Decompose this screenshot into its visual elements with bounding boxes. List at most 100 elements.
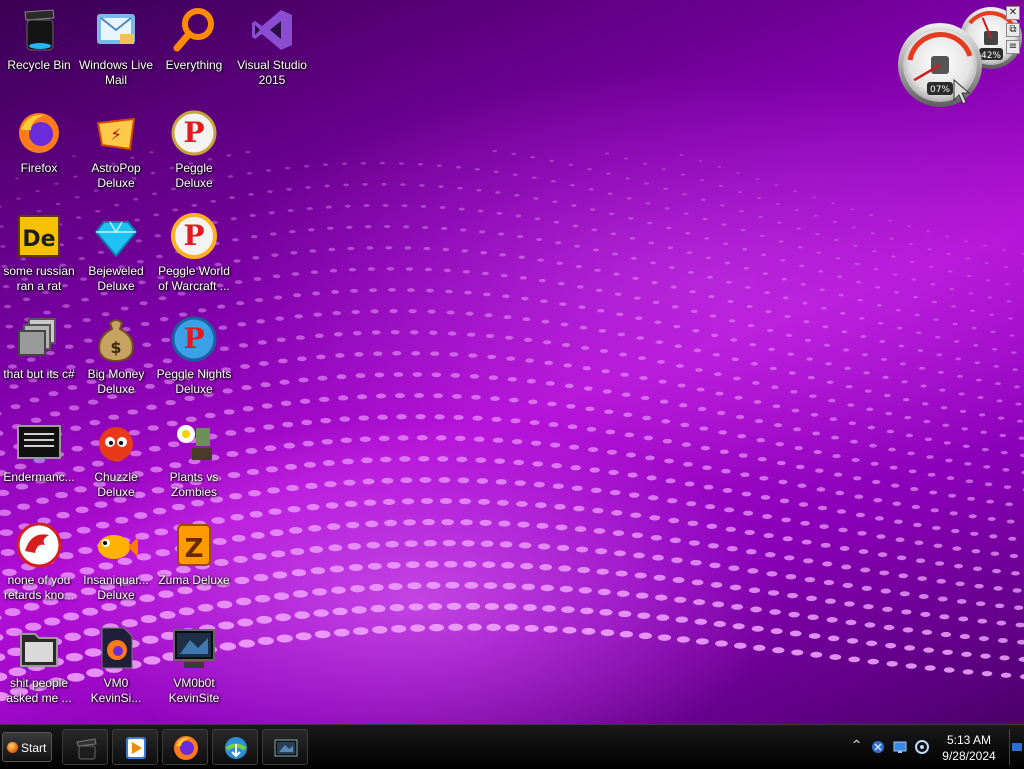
start-orb-icon [7, 742, 18, 753]
cpu-readout: 07% [930, 85, 950, 95]
desktop-icon-label: Firefox [20, 161, 58, 175]
desktop-icon[interactable]: ⚡ AstroPop Deluxe [77, 109, 155, 191]
desktop-icon[interactable]: that but its c# [0, 315, 78, 382]
taskbar-media-player[interactable] [112, 729, 158, 765]
desktop-icon-label: Zuma Deluxe [158, 573, 230, 587]
desktop-icon[interactable]: Endermanc... [0, 418, 78, 485]
desktop-icon[interactable]: Firefox [0, 109, 78, 176]
fish-icon [98, 535, 138, 559]
desktop-icon-label: Recycle Bin [7, 58, 71, 72]
search-icon [173, 8, 214, 52]
show-desktop-button[interactable] [1009, 729, 1024, 765]
peggle-icon: P [171, 110, 217, 156]
zuma-icon: Z [177, 524, 211, 566]
gadget-close-button[interactable]: ✕ [1006, 6, 1020, 20]
desktop-icon-label: Big Money Deluxe [87, 367, 145, 396]
desktop[interactable]: Recycle Bin Windows Live Mail Everything Vi… [0, 0, 1024, 724]
gem-icon [94, 221, 138, 258]
desktop-icon[interactable]: Visual Studio 2015 [233, 6, 311, 88]
clock-time[interactable]: 5:13 AM [934, 733, 1004, 747]
firefox-file-icon [101, 627, 133, 669]
gadget-size-button[interactable]: ⧉ [1006, 23, 1020, 37]
desktop-icon[interactable]: Chuzzle Deluxe [77, 418, 155, 500]
desktop-icon-label: Endermanc... [3, 470, 75, 484]
taskbar-recycle-bin[interactable] [62, 729, 108, 765]
recycle-bin-icon [24, 9, 55, 51]
desktop-icon[interactable]: Windows Live Mail [77, 6, 155, 88]
gadget-controls: ✕ ⧉ ≡ [1006, 6, 1020, 57]
recycle-bin-icon [76, 738, 97, 760]
desktop-icon[interactable]: P Peggle World of Warcraft ... [155, 212, 233, 294]
taskbar-firefox[interactable] [162, 729, 208, 765]
firefox-icon [19, 113, 59, 153]
download-manager-icon [225, 737, 247, 759]
network-icon[interactable] [870, 739, 886, 755]
desktop-icon-label: Windows Live Mail [78, 58, 154, 87]
desktop-icon[interactable]: Insaniquar... Deluxe [77, 521, 155, 603]
desktop-icon-label: VM0 KevinSi... [90, 676, 142, 705]
desktop-icon-label: some russian ran a rat [3, 264, 75, 293]
desktop-icon[interactable]: Bejeweled Deluxe [77, 212, 155, 294]
volume-icon[interactable] [914, 739, 930, 755]
visual-studio-icon [252, 10, 292, 50]
desktop-icon-label: Bejeweled Deluxe [88, 264, 144, 293]
desktop-icon-label: Chuzzle Deluxe [94, 470, 138, 499]
desktop-icon[interactable]: Everything [155, 6, 233, 73]
desktop-icon[interactable]: VM0 KevinSi... [77, 624, 155, 706]
clock-date[interactable]: 9/28/2024 [934, 749, 1004, 763]
astropop-icon: ⚡ [96, 117, 136, 151]
plants-vs-zombies-icon [177, 425, 212, 460]
desktop-icon[interactable]: Plants vs Zombies [155, 418, 233, 500]
taskbar-download-manager[interactable] [212, 729, 258, 765]
desktop-icon-label: Peggle Deluxe [175, 161, 213, 190]
desktop-icon-label: none of you retards kno... [3, 573, 75, 602]
desktop-icon-label: that but its c# [3, 367, 75, 381]
taskbar: Start ^ 5:13 AM 9/28/2024 [0, 724, 1024, 769]
gauge-dials: 42% 07% [898, 7, 1022, 107]
chuzzle-icon [99, 427, 133, 461]
desktop-icon-label: VM0b0t KevinSite [168, 676, 220, 705]
windows-stack-icon [18, 318, 56, 356]
svg-text:$: $ [110, 338, 121, 357]
desktop-icon-label: Insaniquar... Deluxe [83, 573, 149, 602]
desktop-icon[interactable]: $ Big Money Deluxe [77, 315, 155, 397]
svg-text:De: De [22, 227, 55, 252]
desktop-icon[interactable]: P Peggle Nights Deluxe [155, 315, 233, 397]
desktop-icon[interactable]: Z Zuma Deluxe [155, 521, 233, 588]
desktop-icon-label: Plants vs Zombies [169, 470, 219, 499]
gadget-drag-handle[interactable]: ≡ [1006, 40, 1020, 54]
desktop-icon-label: shit people asked me ... [6, 676, 72, 705]
desktop-icon-label: Everything [165, 58, 223, 72]
start-button[interactable]: Start [2, 732, 52, 762]
money-bag-icon: $ [98, 319, 134, 363]
svg-text:P: P [183, 322, 204, 355]
dragon-icon [16, 522, 62, 568]
display-icon[interactable] [892, 739, 908, 755]
svg-text:P: P [183, 219, 204, 252]
peggle-wow-icon: P [171, 213, 217, 259]
start-label: Start [21, 741, 47, 755]
desktop-icon[interactable]: none of you retards kno... [0, 521, 78, 603]
desktop-icon-label: Peggle World of Warcraft ... [158, 264, 230, 293]
memory-readout: 42% [981, 51, 1001, 61]
desktop-icon[interactable]: shit people asked me ... [0, 624, 78, 706]
tray-expand-button[interactable]: ^ [852, 738, 861, 751]
desktop-icon-label: Visual Studio 2015 [237, 58, 307, 87]
system-tray: ^ 5:13 AM 9/28/2024 [846, 729, 1024, 765]
desktop-icon-label: Peggle Nights Deluxe [156, 367, 232, 396]
media-player-icon [126, 737, 146, 759]
taskbar-video-app[interactable] [262, 729, 308, 765]
desktop-icon[interactable]: P Peggle Deluxe [155, 109, 233, 191]
svg-text:Z: Z [185, 534, 204, 564]
cpu-meter-gadget[interactable]: 42% 07% ✕ ⧉ ≡ [874, 0, 1024, 110]
de-app-icon: De [18, 215, 60, 257]
peggle-nights-icon: P [171, 316, 217, 362]
desktop-icon[interactable]: VM0b0t KevinSite [155, 624, 233, 706]
firefox-icon [174, 736, 198, 760]
desktop-icon-label: AstroPop Deluxe [91, 161, 141, 190]
desktop-icon[interactable]: De some russian ran a rat [0, 212, 78, 294]
notification-icon [1012, 743, 1022, 751]
svg-text:⚡: ⚡ [110, 125, 121, 144]
console-icon [17, 425, 61, 459]
desktop-icon[interactable]: Recycle Bin [0, 6, 78, 73]
